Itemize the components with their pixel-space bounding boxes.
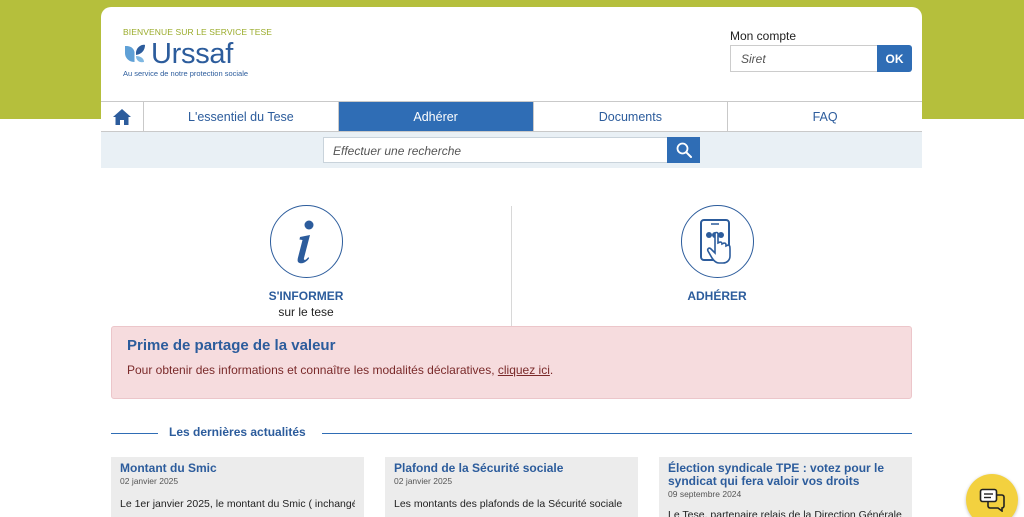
tablet-touch-icon <box>700 218 731 264</box>
alert-title: Prime de partage de la valeur <box>127 337 336 354</box>
news-card-title[interactable]: Élection syndicale TPE : votez pour le s… <box>668 462 903 488</box>
info-circle <box>269 205 343 278</box>
tablet-circle <box>680 205 754 278</box>
page-container: BIENVENUE SUR LE SERVICE TESE Urssaf Au … <box>101 7 922 517</box>
urssaf-logo[interactable]: Urssaf <box>123 39 233 69</box>
siret-input[interactable]: Siret <box>730 45 877 72</box>
feature-adherer[interactable]: ADHÉRER <box>512 205 922 303</box>
news-card-date: 02 janvier 2025 <box>394 476 453 486</box>
chat-icon <box>979 488 1005 512</box>
feature-informer[interactable]: S'INFORMER sur le tese <box>101 205 511 319</box>
logo-tagline: Au service de notre protection sociale <box>123 69 249 78</box>
welcome-text: BIENVENUE SUR LE SERVICE TESE <box>123 27 273 37</box>
feature-informer-title: S'INFORMER <box>268 289 344 303</box>
news-heading-line-left <box>111 433 158 434</box>
alert-link[interactable]: cliquez ici <box>498 363 550 377</box>
news-card-date: 09 septembre 2024 <box>668 489 742 499</box>
info-icon <box>297 220 314 263</box>
search-bar: Effectuer une recherche <box>101 132 922 168</box>
nav-item-adherer[interactable]: Adhérer <box>338 102 534 131</box>
news-card-date: 02 janvier 2025 <box>120 476 179 486</box>
alert-text-suffix: . <box>549 363 554 377</box>
news-card[interactable]: Plafond de la Sécurité sociale 02 janvie… <box>385 457 638 517</box>
alert-text: Pour obtenir des informations et connaît… <box>127 363 896 377</box>
nav-item-documents[interactable]: Documents <box>534 102 729 131</box>
news-card-excerpt: Le 1er janvier 2025, le montant du Smic … <box>120 498 355 510</box>
news-card-excerpt: Le Tese, partenaire relais de la Directi… <box>668 509 902 517</box>
alert-banner: Prime de partage de la valeur Pour obten… <box>111 326 912 399</box>
search-icon <box>676 142 692 158</box>
ok-button[interactable]: OK <box>877 45 912 72</box>
news-heading: Les dernières actualités <box>111 425 912 441</box>
search-input[interactable]: Effectuer une recherche <box>323 137 668 163</box>
logo-wordmark: Urssaf <box>151 38 233 70</box>
news-heading-label: Les dernières actualités <box>169 425 306 439</box>
feature-informer-subtitle: sur le tese <box>278 305 334 319</box>
news-heading-line-right <box>322 433 912 434</box>
alert-text-body: Pour obtenir des informations et connaît… <box>127 363 498 377</box>
home-icon <box>113 108 131 125</box>
news-card[interactable]: Élection syndicale TPE : votez pour le s… <box>659 457 912 517</box>
urssaf-logo-icon <box>125 44 145 63</box>
chat-button[interactable] <box>966 474 1018 517</box>
news-card[interactable]: Montant du Smic 02 janvier 2025 Le 1er j… <box>111 457 364 517</box>
feature-adherer-title: ADHÉRER <box>687 289 747 303</box>
news-card-title[interactable]: Plafond de la Sécurité sociale <box>394 462 629 475</box>
news-card-title[interactable]: Montant du Smic <box>120 462 355 475</box>
account-label: Mon compte <box>730 29 797 43</box>
nav-item-essentiel[interactable]: L'essentiel du Tese <box>144 102 339 131</box>
search-button[interactable] <box>667 137 700 163</box>
main-nav: L'essentiel du Tese Adhérer Documents FA… <box>101 101 922 132</box>
nav-item-faq[interactable]: FAQ <box>728 102 922 131</box>
news-card-excerpt: Les montants des plafonds de la Sécurité… <box>394 498 623 510</box>
nav-home[interactable] <box>101 102 144 131</box>
